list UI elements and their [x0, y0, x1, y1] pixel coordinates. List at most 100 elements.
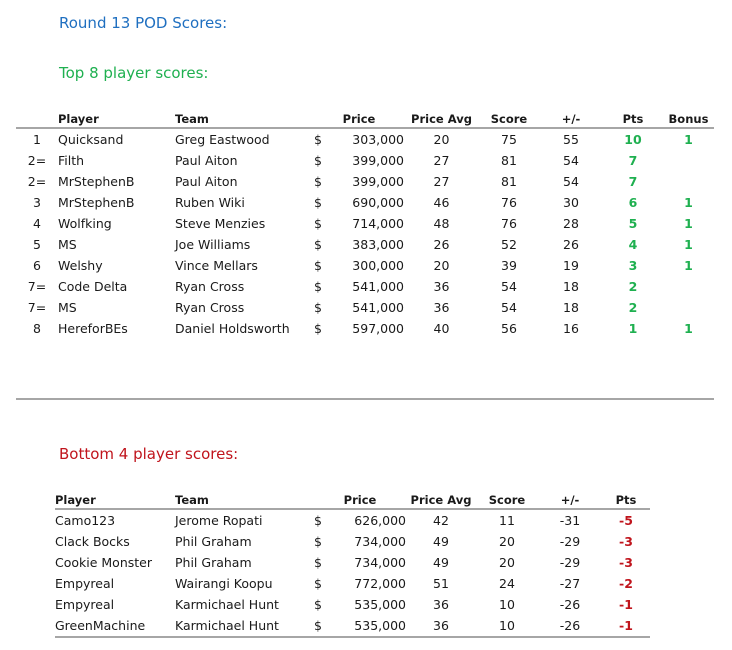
cell-team: Phil Graham [175, 555, 252, 570]
header-score: Score [490, 112, 528, 126]
cell-team: Karmichael Hunt [175, 618, 279, 633]
cell-player: Wolfking [58, 216, 112, 231]
top-scores-table: Player Team Price Price Avg Score +/- Pt… [16, 106, 714, 339]
table-row: GreenMachine Karmichael Hunt $535,000 36 10 -… [55, 615, 650, 637]
cell-currency: $ [314, 300, 322, 315]
cell-player: MS [58, 237, 77, 252]
table-row: 6 Welshy Vince Mellars $300,000 20 39 19 3 1 [16, 255, 714, 276]
cell-score: 76 [501, 195, 517, 210]
cell-price: 690,000 [352, 195, 404, 210]
cell-diff: 54 [563, 153, 579, 168]
cell-price-avg: 20 [433, 258, 450, 273]
cell-rank: 3 [33, 195, 41, 210]
cell-score: 10 [499, 618, 515, 633]
table-row: Clack Bocks Phil Graham $734,000 49 20 -29 -3 [55, 531, 650, 552]
cell-price: 772,000 [354, 576, 406, 591]
cell-pts: 1 [628, 321, 638, 336]
cell-rank: 2= [27, 174, 47, 189]
cell-pts: 5 [628, 216, 638, 231]
cell-bonus: 1 [684, 237, 693, 252]
cell-pts: 3 [628, 258, 638, 273]
cell-price: 383,000 [352, 237, 404, 252]
cell-rank: 1 [33, 132, 41, 147]
cell-bonus: 1 [684, 258, 693, 273]
cell-team: Karmichael Hunt [175, 597, 279, 612]
cell-player: HereforBEs [58, 321, 128, 336]
cell-pts: -2 [619, 576, 633, 591]
cell-player: Empyreal [55, 597, 115, 612]
table-row: 7= Code Delta Ryan Cross $541,000 36 54 18 2 [16, 276, 714, 297]
cell-diff: 55 [563, 132, 579, 147]
cell-team: Steve Menzies [175, 216, 266, 231]
cell-score: 10 [499, 597, 515, 612]
cell-score: 39 [501, 258, 517, 273]
cell-price: 541,000 [352, 279, 404, 294]
bottom-scores-table: Player Team Price Price Avg Score +/- Pt… [55, 487, 650, 638]
cell-bonus [663, 276, 714, 297]
cell-player: MS [58, 300, 77, 315]
cell-currency: $ [314, 237, 322, 252]
cell-price: 535,000 [354, 618, 406, 633]
cell-diff: 26 [563, 237, 579, 252]
cell-currency: $ [314, 618, 322, 633]
cell-pts: -1 [619, 618, 633, 633]
cell-team: Ruben Wiki [175, 195, 245, 210]
cell-price-avg: 42 [433, 513, 449, 528]
header-price: Price [342, 112, 376, 126]
cell-currency: $ [314, 174, 322, 189]
cell-bonus: 1 [684, 216, 693, 231]
cell-currency: $ [314, 597, 322, 612]
cell-pts: -1 [619, 597, 633, 612]
header-price-avg: Price Avg [411, 112, 472, 126]
cell-currency: $ [314, 195, 322, 210]
cell-pts: 10 [624, 132, 642, 147]
cell-currency: $ [314, 216, 322, 231]
cell-price-avg: 51 [433, 576, 449, 591]
page-title: Round 13 POD Scores: [59, 14, 228, 32]
table-row: 7= MS Ryan Cross $541,000 36 54 18 2 [16, 297, 714, 318]
table-row: Cookie Monster Phil Graham $734,000 49 20 -29… [55, 552, 650, 573]
cell-rank: 5 [33, 237, 41, 252]
cell-price: 734,000 [354, 555, 406, 570]
header-bonus: Bonus [668, 112, 709, 126]
cell-diff: 18 [563, 300, 579, 315]
cell-player: Welshy [58, 258, 103, 273]
header-pts: Pts [615, 493, 637, 507]
section-divider [16, 398, 714, 400]
cell-pts: 2 [628, 300, 638, 315]
cell-price-avg: 27 [433, 153, 450, 168]
header-score: Score [488, 493, 526, 507]
cell-price-avg: 36 [433, 618, 449, 633]
cell-player: Cookie Monster [55, 555, 152, 570]
cell-team: Ryan Cross [175, 279, 245, 294]
cell-diff: 54 [563, 174, 579, 189]
cell-team: Ryan Cross [175, 300, 245, 315]
cell-rank: 8 [33, 321, 41, 336]
cell-currency: $ [314, 555, 322, 570]
cell-pts: 2 [628, 279, 638, 294]
cell-pts: 7 [628, 153, 638, 168]
cell-player: Quicksand [58, 132, 124, 147]
cell-rank: 4 [33, 216, 41, 231]
cell-bonus: 1 [684, 132, 693, 147]
cell-diff: -29 [559, 555, 581, 570]
cell-price: 300,000 [352, 258, 404, 273]
cell-score: 11 [499, 513, 515, 528]
table-row: 1 Quicksand Greg Eastwood $303,000 20 75 55 10 1 [16, 128, 714, 150]
table-row: 4 Wolfking Steve Menzies $714,000 48 76 28 5 1 [16, 213, 714, 234]
cell-player: MrStephenB [58, 174, 135, 189]
cell-rank: 7= [27, 300, 47, 315]
cell-score: 20 [499, 555, 515, 570]
cell-rank: 7= [27, 279, 47, 294]
cell-bonus: 1 [684, 321, 693, 336]
header-price: Price [343, 493, 377, 507]
cell-score: 56 [501, 321, 517, 336]
cell-price: 399,000 [352, 174, 404, 189]
header-rank [16, 106, 58, 128]
cell-currency: $ [314, 513, 322, 528]
cell-currency: $ [314, 576, 322, 591]
cell-pts: 6 [628, 195, 638, 210]
cell-currency: $ [314, 321, 322, 336]
cell-pts: 7 [628, 174, 638, 189]
cell-player: Clack Bocks [55, 534, 130, 549]
